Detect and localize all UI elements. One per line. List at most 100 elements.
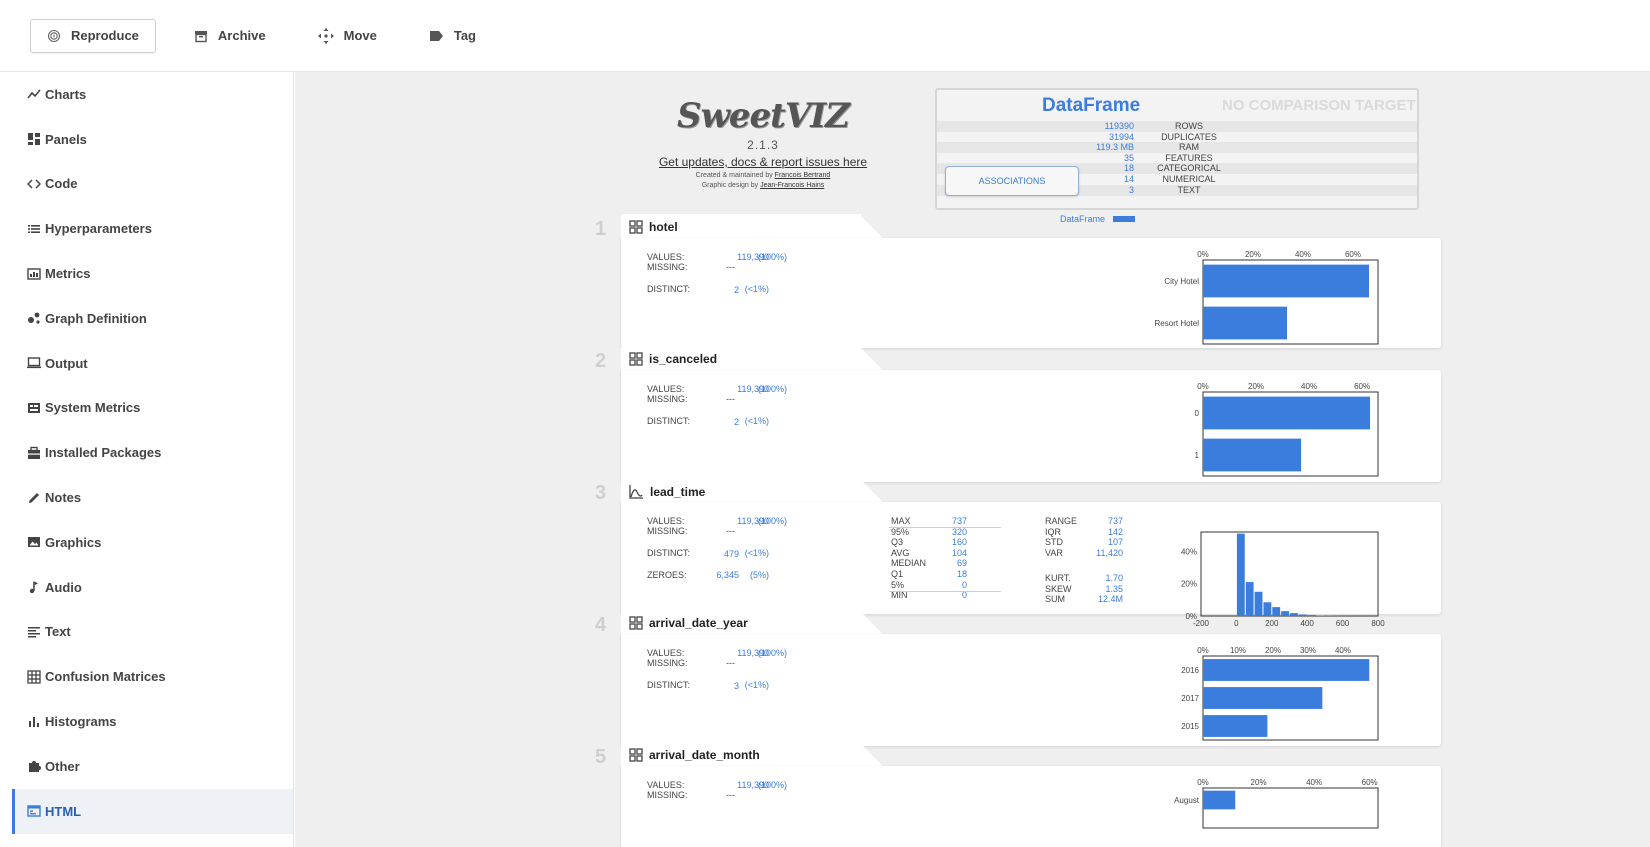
music-note-icon [29, 581, 38, 594]
sidebar-item-label: Audio [45, 579, 82, 595]
associations-button[interactable]: ASSOCIATIONS [945, 166, 1079, 196]
sidebar-item-audio[interactable]: Audio [12, 565, 293, 610]
sidebar-item-panels[interactable]: Panels [12, 117, 293, 162]
distinct-percent: (<1%) [744, 284, 769, 294]
sidebar-item-label: Text [45, 624, 71, 640]
feature-chart: 0% 20% 40% 60% August [1174, 778, 1379, 829]
dataframe-stat-label: TEXT [1177, 184, 1201, 195]
moment-label: SUM [1045, 594, 1065, 605]
sidebar-item-confusion-matrices[interactable]: Confusion Matrices [12, 654, 293, 699]
sidebar-item-histograms[interactable]: Histograms [12, 699, 293, 744]
missing-label: MISSING: [647, 262, 688, 272]
sidebar-item-label: Graph Definition [45, 310, 147, 326]
sidebar-item-graphics[interactable]: Graphics [12, 520, 293, 565]
package-icon [28, 446, 40, 459]
sidebar-item-html[interactable]: HTML [12, 788, 293, 834]
reproduce-button[interactable]: Reproduce [30, 18, 156, 53]
feature-card: 5 arrival_date_month VALUES: 119,390 (100%) M… [595, 742, 1441, 847]
dataframe-stat-value: 14 [1123, 174, 1134, 184]
sidebar-item-other[interactable]: Other [12, 744, 293, 789]
moment-label: IQR [1045, 526, 1062, 537]
missing-label: MISSING: [647, 658, 688, 668]
archive-icon [194, 30, 207, 42]
feature-name: lead_time [650, 484, 706, 499]
sidebar-item-hyperparameters[interactable]: Hyperparameters [12, 206, 293, 251]
tag-icon [429, 30, 443, 41]
x-tick-label: 0% [1197, 646, 1209, 655]
missing-value: --- [726, 658, 735, 668]
y-tick-label: 40% [1181, 547, 1197, 556]
dataframe-stat-value: 3 [1128, 184, 1134, 195]
html-icon [27, 805, 41, 817]
logo-wordmark: SweetVIZ [677, 96, 850, 136]
metrics-icon [27, 267, 41, 280]
feature-title[interactable]: arrival_date_month [629, 748, 760, 762]
distinct-percent: (<1%) [744, 548, 769, 558]
author-link[interactable]: Francois Bertrand [775, 172, 831, 179]
sidebar-item-label: Installed Packages [45, 445, 162, 461]
quantile-value: 18 [956, 569, 967, 579]
chart-bar [1203, 306, 1287, 340]
sidebar: Charts Panels Code Hyperparameters Metri… [12, 72, 294, 847]
values-percent: (100%) [757, 648, 787, 658]
x-tick-label: 20% [1265, 646, 1281, 655]
line-chart-icon [27, 89, 41, 99]
sidebar-item-label: Other [45, 758, 80, 774]
dataframe-stat-row: 119390 ROWS [937, 121, 1417, 132]
quantile-value: 737 [951, 516, 967, 526]
x-tick-label: 10% [1230, 646, 1246, 655]
sidebar-item-text[interactable]: Text [12, 610, 293, 655]
x-tick-label: 40% [1295, 250, 1311, 259]
dataframe-stat-label: DUPLICATES [1161, 131, 1217, 142]
designer-link[interactable]: Jean-Francois Hains [760, 182, 824, 189]
distinct-count: 479 [723, 549, 739, 559]
moment-value: 737 [1107, 516, 1123, 526]
feature-title[interactable]: lead_time [629, 484, 705, 499]
missing-value: --- [726, 394, 735, 404]
feature-number: 3 [595, 482, 607, 504]
monitor-icon [27, 357, 41, 369]
category-label: City Hotel [1164, 277, 1199, 286]
sidebar-item-metrics[interactable]: Metrics [12, 251, 293, 296]
chart-bar [1203, 715, 1268, 737]
feature-title[interactable]: hotel [629, 220, 678, 234]
sidebar-item-label: Graphics [45, 534, 102, 550]
sidebar-item-output[interactable]: Output [12, 341, 293, 386]
sidebar-item-graph-definition[interactable]: Graph Definition [12, 296, 293, 341]
grid-icon [27, 670, 41, 684]
sidebar-item-installed-packages[interactable]: Installed Packages [12, 430, 293, 475]
dataframe-title: DataFrame [1042, 95, 1141, 116]
feature-tab-edge [859, 610, 885, 636]
x-tick-label: 60% [1354, 382, 1370, 391]
category-label: Resort Hotel [1155, 319, 1200, 328]
sidebar-item-charts[interactable]: Charts [12, 72, 293, 117]
sidebar-item-code[interactable]: Code [12, 162, 293, 207]
values-percent: (100%) [757, 780, 787, 790]
updates-link[interactable]: Get updates, docs & report issues here [653, 155, 873, 169]
quantile-label: MEDIAN [891, 558, 927, 569]
feature-number: 2 [595, 350, 607, 372]
archive-button[interactable]: Archive [180, 19, 280, 53]
dataframe-summary: DataFrame NO COMPARISON TARGET 119390 ROW… [935, 88, 1419, 210]
x-tick-label: 20% [1248, 382, 1264, 391]
tag-button[interactable]: Tag [415, 19, 490, 53]
feature-title[interactable]: arrival_date_year [629, 616, 748, 630]
feature-card: 4 arrival_date_year VALUES: 119,390 (100%) MI… [595, 610, 1441, 746]
move-button[interactable]: Move [304, 19, 391, 53]
dataframe-stat-label: CATEGORICAL [1157, 163, 1221, 174]
sidebar-item-system-metrics[interactable]: System Metrics [12, 386, 293, 431]
sidebar-item-notes[interactable]: Notes [12, 475, 293, 520]
feature-title[interactable]: is_canceled [629, 352, 717, 366]
categorical-feature-icon [629, 352, 643, 366]
puzzle-icon [29, 761, 41, 773]
feature-number: 1 [595, 218, 607, 240]
feature-card: 3 lead_time VALUES: 119,390 (100%) MISSING: --… [595, 478, 1441, 628]
image-icon [28, 537, 40, 548]
quantile-label: 95% [891, 526, 910, 537]
quantile-label: 5% [891, 579, 905, 590]
category-label: 2015 [1181, 722, 1199, 731]
sidebar-item-label: Output [45, 355, 88, 371]
categorical-feature-icon [629, 220, 643, 234]
credits-design-prefix: Graphic design by [701, 182, 761, 189]
values-label: VALUES: [647, 648, 685, 658]
